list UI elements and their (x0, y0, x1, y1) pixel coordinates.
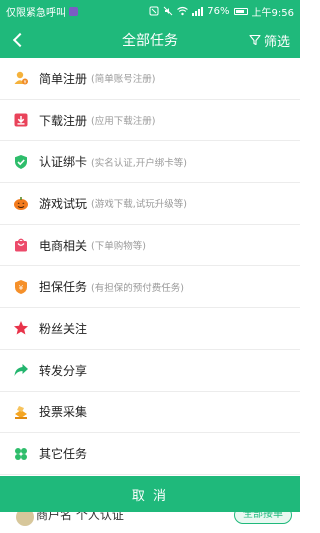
battery-text: 76% (207, 5, 230, 17)
notification-app-icon (69, 6, 78, 16)
category-item-download-register[interactable]: 下载注册 (应用下载注册) (0, 100, 300, 142)
category-item-other[interactable]: 其它任务 (0, 433, 300, 475)
signal-icon (192, 6, 204, 16)
chevron-left-icon (12, 32, 28, 48)
category-name: 粉丝关注 (39, 321, 88, 336)
star-icon (13, 320, 29, 336)
category-list: ¥ 简单注册 (简单账号注册) 下载注册 (应用下载注册) 认证绑卡 (实名认证… (0, 58, 300, 475)
category-name: 其它任务 (39, 447, 88, 462)
category-name: 简单注册 (39, 71, 88, 86)
cancel-button[interactable]: 取 消 (0, 476, 300, 512)
svg-text:¥: ¥ (24, 80, 27, 86)
category-desc: (实名认证,开户绑卡等) (91, 157, 187, 169)
svg-text:¥: ¥ (19, 284, 24, 292)
category-item-forward-share[interactable]: 转发分享 (0, 350, 300, 392)
download-box-icon (13, 112, 29, 128)
guarantee-badge-icon: ¥ (13, 279, 29, 295)
wifi-icon (177, 6, 189, 16)
filter-button[interactable]: 筛选 (249, 22, 290, 58)
filter-label: 筛选 (263, 34, 290, 50)
nav-bar: 全部任务 筛选 (0, 22, 300, 58)
category-desc: (下单购物等) (91, 241, 146, 253)
category-item-game-trial[interactable]: 游戏试玩 (游戏下载,试玩升级等) (0, 183, 300, 225)
carrier-text: 仅限紧急呼叫 (6, 7, 66, 19)
category-desc: (游戏下载,试玩升级等) (91, 199, 187, 211)
vote-box-icon (13, 404, 29, 420)
category-desc: (简单账号注册) (91, 74, 156, 86)
category-name: 投票采集 (39, 405, 88, 420)
clock-text: 上午9:56 (251, 7, 294, 19)
shield-check-icon (13, 154, 29, 170)
category-item-fans-follow[interactable]: 粉丝关注 (0, 308, 300, 350)
funnel-icon (249, 34, 261, 46)
category-name: 认证绑卡 (39, 155, 88, 170)
category-item-verify-bindcard[interactable]: 认证绑卡 (实名认证,开户绑卡等) (0, 141, 300, 184)
shopping-bag-icon (13, 237, 29, 253)
category-item-ecommerce[interactable]: 电商相关 (下单购物等) (0, 225, 300, 267)
category-item-vote-collect[interactable]: 投票采集 (0, 392, 300, 434)
category-name: 担保任务 (39, 280, 88, 295)
category-desc: (有担保的预付费任务) (91, 282, 184, 294)
mute-icon (163, 6, 173, 16)
status-bar: 仅限紧急呼叫 76% 上午9:56 (0, 0, 300, 22)
clover-icon (13, 446, 29, 462)
battery-icon (233, 7, 248, 15)
nfc-icon (149, 6, 159, 16)
pumpkin-icon (13, 195, 29, 211)
category-name: 下载注册 (39, 113, 88, 128)
status-right: 76% 上午9:56 (149, 4, 294, 19)
category-name: 电商相关 (39, 238, 88, 253)
carrier-info: 仅限紧急呼叫 (6, 4, 149, 19)
category-desc: (应用下载注册) (91, 116, 156, 128)
category-name: 游戏试玩 (39, 196, 88, 211)
category-item-simple-register[interactable]: ¥ 简单注册 (简单账号注册) (0, 58, 300, 100)
back-button[interactable] (0, 22, 36, 58)
user-coin-icon: ¥ (13, 70, 29, 86)
category-name: 转发分享 (39, 363, 88, 378)
category-item-guarantee[interactable]: ¥ 担保任务 (有担保的预付费任务) (0, 266, 300, 309)
share-arrow-icon (13, 362, 29, 378)
